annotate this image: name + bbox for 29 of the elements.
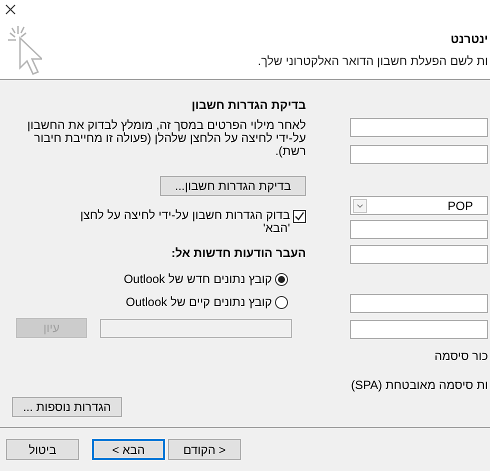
more-settings-button[interactable]: הגדרות נוספות ... (12, 397, 122, 417)
radio-label: קובץ נתונים חדש של Outlook (124, 271, 272, 288)
checkbox-label: בדוק הגדרות חשבון על-ידי לחיצה על לחצן 'הבא' (79, 209, 290, 235)
input-field[interactable] (350, 320, 488, 339)
wizard-button[interactable]: הבא > (92, 439, 165, 460)
option-label: ות סיסמה מאובטחת (SPA) (351, 377, 488, 394)
test-settings-button[interactable]: בדיקת הגדרות חשבון... (160, 176, 306, 196)
header-title: ינטרנט (450, 31, 488, 48)
cursor-click-icon (6, 24, 42, 76)
input-field[interactable] (350, 118, 488, 137)
close-icon[interactable] (5, 4, 16, 15)
input-field[interactable] (350, 245, 488, 264)
radio-button[interactable] (275, 296, 288, 308)
option-label: כור סיסמה (434, 348, 488, 365)
section-heading: בדיקת הגדרות חשבון (192, 97, 306, 114)
wizard-button[interactable]: < הקודם (168, 439, 241, 460)
section-heading: העבר הודעות חדשות אל: (171, 245, 306, 262)
wizard-button[interactable]: ביטול (6, 439, 79, 460)
radio-button[interactable] (275, 272, 288, 286)
checkmark-icon (294, 211, 305, 222)
input-field[interactable] (350, 294, 488, 313)
description-text: לאחר מילוי הפרטים במסך זה, מומלץ לבדוק את החשבון על-ידי לחיצה על הלחצן שלהלן (פעולה זו מחייבת חיבור רשת). (26, 119, 306, 158)
chevron-down-icon (353, 198, 367, 212)
input-field[interactable] (350, 145, 488, 164)
checkbox[interactable] (293, 210, 306, 223)
input-field[interactable] (350, 220, 488, 239)
header-subtitle: ות לשם הפעלת חשבון הדואר האלקטרוני שלך. (258, 53, 488, 70)
protocol-dropdown[interactable]: POP (350, 196, 488, 215)
radio-label: קובץ נתונים קיים של Outlook (126, 294, 272, 311)
